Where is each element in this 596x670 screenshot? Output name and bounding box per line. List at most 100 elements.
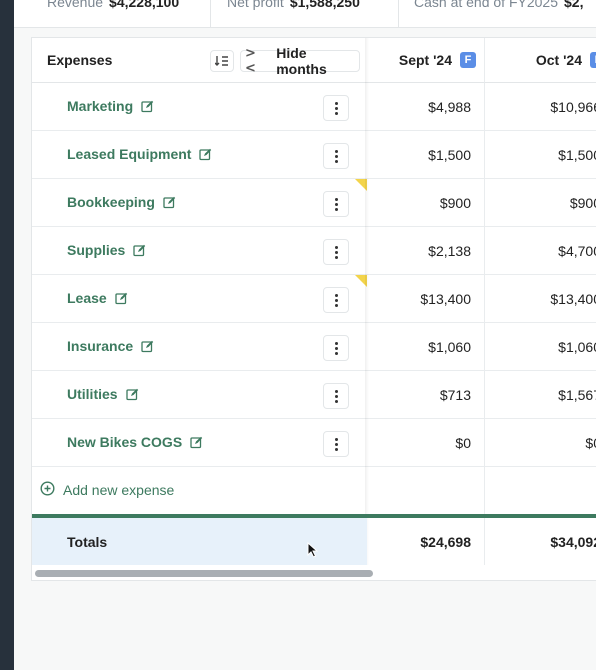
value-cell[interactable]: $900 bbox=[485, 179, 596, 227]
kebab-dot bbox=[334, 437, 338, 441]
kebab-dot bbox=[334, 346, 338, 350]
expense-name: Bookkeeping bbox=[67, 194, 155, 210]
frozen-column-shadow bbox=[365, 38, 369, 565]
expense-name-link[interactable]: Leased Equipment bbox=[67, 146, 212, 162]
collapse-months-icon: >< bbox=[245, 46, 258, 76]
row-menu-button[interactable] bbox=[323, 287, 349, 313]
expense-name-link[interactable]: Utilities bbox=[67, 386, 139, 402]
kebab-dot bbox=[334, 394, 338, 398]
row-menu-button[interactable] bbox=[323, 191, 349, 217]
divider bbox=[210, 0, 211, 27]
row-menu-button[interactable] bbox=[323, 383, 349, 409]
forecast-badge: F bbox=[590, 52, 596, 68]
kebab-dot bbox=[334, 197, 338, 201]
table-row: Lease bbox=[32, 275, 367, 323]
table-row: Bookkeeping bbox=[32, 179, 367, 227]
net-profit-value: $1,588,250 bbox=[289, 0, 360, 10]
kebab-dot bbox=[334, 106, 338, 110]
kebab-dot bbox=[334, 447, 338, 451]
add-expense-label: Add new expense bbox=[63, 482, 175, 498]
row-menu-button[interactable] bbox=[323, 95, 349, 121]
revenue-label: Revenue bbox=[47, 0, 104, 10]
expense-name: New Bikes COGS bbox=[67, 434, 183, 450]
divider bbox=[398, 0, 399, 27]
expense-name-link[interactable]: Lease bbox=[67, 290, 128, 306]
mouse-cursor-icon bbox=[307, 542, 318, 558]
expense-name: Utilities bbox=[67, 386, 118, 402]
empty-cell bbox=[485, 467, 596, 515]
expense-name: Supplies bbox=[67, 242, 126, 258]
horizontal-scrollbar[interactable] bbox=[32, 565, 596, 580]
sort-button[interactable] bbox=[210, 50, 234, 72]
row-menu-button[interactable] bbox=[323, 143, 349, 169]
row-menu-button[interactable] bbox=[323, 431, 349, 457]
revenue-value: $4,228,100 bbox=[109, 0, 180, 10]
sort-icon bbox=[215, 56, 228, 66]
value-cell[interactable]: $4,988 bbox=[367, 83, 485, 131]
kebab-dot bbox=[334, 154, 338, 158]
value-cell[interactable]: $10,966 bbox=[485, 83, 596, 131]
table-row: New Bikes COGS bbox=[32, 419, 367, 467]
edit-icon[interactable] bbox=[115, 292, 128, 305]
forecast-badge: F bbox=[460, 52, 476, 68]
row-menu-button[interactable] bbox=[323, 335, 349, 361]
kebab-dot bbox=[334, 399, 338, 403]
expense-names-column: Expenses >< Hide months Marketing Leased … bbox=[32, 38, 367, 580]
value-cell[interactable]: $1,500 bbox=[367, 131, 485, 179]
expense-name-link[interactable]: Supplies bbox=[67, 242, 146, 258]
kebab-dot bbox=[334, 341, 338, 345]
kebab-dot bbox=[334, 293, 338, 297]
expense-name-link[interactable]: Bookkeeping bbox=[67, 194, 176, 210]
table-row: Utilities bbox=[32, 371, 367, 419]
edit-icon[interactable] bbox=[199, 148, 212, 161]
kebab-dot bbox=[334, 159, 338, 163]
month-label: Sept '24 bbox=[398, 52, 452, 68]
kebab-dot bbox=[334, 255, 338, 259]
expense-name: Insurance bbox=[67, 338, 134, 354]
edit-icon[interactable] bbox=[133, 244, 146, 257]
expense-name: Leased Equipment bbox=[67, 146, 192, 162]
expense-name-link[interactable]: Marketing bbox=[67, 98, 154, 114]
month-header-oct[interactable]: Oct '24 F bbox=[485, 38, 596, 83]
cash-label: Cash at end of FY2025 bbox=[414, 0, 558, 10]
value-cell[interactable]: $900 bbox=[367, 179, 485, 227]
edit-icon[interactable] bbox=[141, 100, 154, 113]
kebab-dot bbox=[334, 245, 338, 249]
kebab-dot bbox=[334, 442, 338, 446]
totals-cell-oct: $34,092 bbox=[485, 518, 596, 565]
value-cell[interactable]: $1,500 bbox=[485, 131, 596, 179]
edit-icon[interactable] bbox=[125, 388, 139, 401]
value-cell[interactable]: $1,060 bbox=[367, 323, 485, 371]
kebab-dot bbox=[334, 250, 338, 254]
expense-name: Lease bbox=[67, 290, 107, 306]
value-cell[interactable]: $1,567 bbox=[485, 371, 596, 419]
app-sidebar bbox=[0, 0, 14, 670]
expense-name-link[interactable]: Insurance bbox=[67, 338, 154, 354]
add-expense-button[interactable]: Add new expense bbox=[32, 466, 367, 514]
value-cell[interactable]: $0 bbox=[367, 419, 485, 467]
value-cell[interactable]: $0 bbox=[485, 419, 596, 467]
edit-icon[interactable] bbox=[141, 340, 154, 353]
row-menu-button[interactable] bbox=[323, 239, 349, 265]
months-columns: Sept '24F Oct '24F $4,988$10,966$1,500$1… bbox=[367, 38, 596, 580]
hide-months-label: Hide months bbox=[276, 45, 327, 77]
table-row: Insurance bbox=[32, 323, 367, 371]
value-cell[interactable]: $13,400 bbox=[367, 275, 485, 323]
edit-icon[interactable] bbox=[190, 436, 203, 449]
scrollbar-thumb[interactable] bbox=[35, 570, 373, 577]
value-cell[interactable]: $713 bbox=[367, 371, 485, 419]
kebab-dot bbox=[334, 389, 338, 393]
value-cell[interactable]: $13,400 bbox=[485, 275, 596, 323]
kebab-dot bbox=[334, 111, 338, 115]
expense-name-link[interactable]: New Bikes COGS bbox=[67, 434, 203, 450]
hide-months-button[interactable]: >< Hide months bbox=[240, 45, 360, 77]
table-row: Supplies bbox=[32, 227, 367, 275]
summary-bar: Revenue $4,228,100 Net profit $1,588,250 C… bbox=[14, 0, 596, 28]
value-cell[interactable]: $4,700 bbox=[485, 227, 596, 275]
revenue-stat: Revenue $4,228,100 bbox=[47, 0, 179, 10]
value-cell[interactable]: $1,060 bbox=[485, 323, 596, 371]
net-profit-label: Net profit bbox=[227, 0, 284, 10]
value-cell[interactable]: $2,138 bbox=[367, 227, 485, 275]
month-header-sept[interactable]: Sept '24 F bbox=[367, 38, 485, 83]
edit-icon[interactable] bbox=[163, 196, 176, 209]
